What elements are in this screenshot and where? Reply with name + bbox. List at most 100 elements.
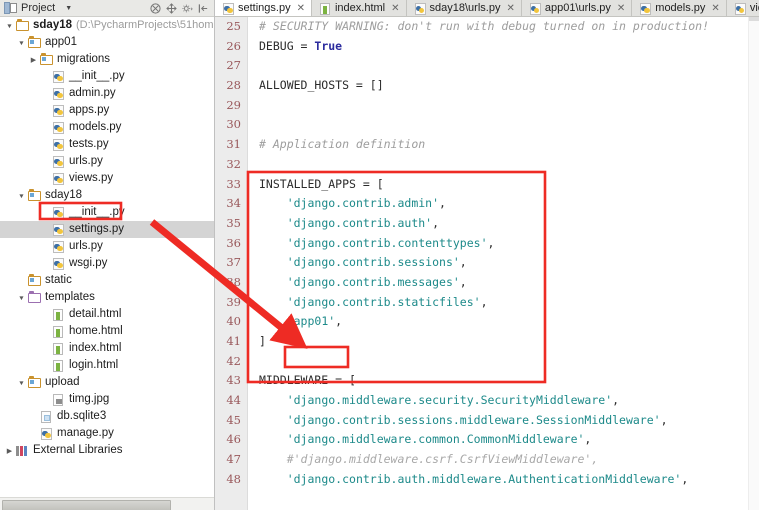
- tree-item-templates[interactable]: ▼ templates: [0, 289, 214, 306]
- scrollbar-thumb[interactable]: [2, 500, 171, 510]
- line-number: 25: [226, 19, 241, 33]
- code-line[interactable]: # SECURITY WARNING: don't run with debug…: [248, 17, 759, 37]
- code-line[interactable]: [248, 96, 759, 116]
- python-file-icon: [51, 70, 66, 84]
- code-line[interactable]: 'django.contrib.sessions.middleware.Sess…: [248, 411, 759, 431]
- tree-item-urls-py[interactable]: urls.py: [0, 153, 214, 170]
- code-lines[interactable]: # SECURITY WARNING: don't run with debug…: [248, 17, 759, 510]
- code-line[interactable]: ALLOWED_HOSTS = []: [248, 76, 759, 96]
- code-line[interactable]: ]: [248, 332, 759, 352]
- tree-item-sday18[interactable]: ▼ sday18 (D:\PycharmProjects\51home: [0, 17, 214, 34]
- code-token: ,: [459, 274, 467, 289]
- code-line[interactable]: MIDDLEWARE = [: [248, 371, 759, 391]
- twisty-expanded-icon[interactable]: ▼: [16, 187, 27, 205]
- tree-item-db-sqlite3[interactable]: db.sqlite3: [0, 408, 214, 425]
- project-panel-title-group[interactable]: Project ▼: [0, 2, 72, 14]
- close-icon[interactable]: ✕: [617, 3, 625, 14]
- close-icon[interactable]: ✕: [391, 3, 399, 14]
- collapse-all-icon[interactable]: [150, 2, 161, 14]
- tree-item-label: apps.py: [69, 104, 110, 116]
- tree-item-models-py[interactable]: models.py: [0, 119, 214, 136]
- editor-tab-label: settings.py: [238, 2, 291, 14]
- chevron-down-icon[interactable]: ▼: [65, 5, 72, 12]
- editor-tab-models-py[interactable]: models.py ✕: [632, 0, 727, 16]
- tree-item-index-html[interactable]: index.html: [0, 340, 214, 357]
- project-file-tree[interactable]: ▼ sday18 (D:\PycharmProjects\51home ▼ app01 ▶…: [0, 17, 214, 488]
- tree-item-external-libraries[interactable]: ▶ External Libraries: [0, 442, 214, 459]
- code-line[interactable]: 'django.contrib.messages',: [248, 273, 759, 293]
- close-icon[interactable]: ✕: [711, 3, 719, 14]
- tree-item-apps-py[interactable]: apps.py: [0, 102, 214, 119]
- expand-all-icon[interactable]: [166, 2, 177, 14]
- tree-item-home-html[interactable]: home.html: [0, 323, 214, 340]
- code-line[interactable]: 'app01',: [248, 312, 759, 332]
- editor-tab-settings-py[interactable]: settings.py ✕: [215, 0, 312, 16]
- tree-item-label: urls.py: [69, 240, 103, 252]
- tree-item-label: __init__.py: [69, 206, 125, 218]
- code-token: #'django.middleware.csrf.CsrfViewMiddlew…: [259, 452, 599, 467]
- code-line[interactable]: 'django.contrib.sessions',: [248, 253, 759, 273]
- tree-item--init-py[interactable]: __init__.py: [0, 204, 214, 221]
- tree-item-wsgi-py[interactable]: wsgi.py: [0, 255, 214, 272]
- code-line[interactable]: 'django.contrib.contenttypes',: [248, 234, 759, 254]
- code-line[interactable]: 'django.middleware.common.CommonMiddlewa…: [248, 430, 759, 450]
- tree-item--init-py[interactable]: __init__.py: [0, 68, 214, 85]
- tree-item-static[interactable]: static: [0, 272, 214, 289]
- code-token: MIDDLEWARE = [: [259, 373, 356, 388]
- line-number: 28: [226, 78, 241, 93]
- code-line[interactable]: [248, 115, 759, 135]
- tree-item-urls-py[interactable]: urls.py: [0, 238, 214, 255]
- code-token: # SECURITY WARNING: don't run with debug…: [259, 19, 710, 33]
- editor-tab-index-html[interactable]: index.html ✕: [311, 0, 407, 16]
- tree-item-views-py[interactable]: views.py: [0, 170, 214, 187]
- code-line[interactable]: [248, 155, 759, 175]
- tree-item-app01[interactable]: ▼ app01: [0, 34, 214, 51]
- twisty-expanded-icon[interactable]: ▼: [4, 17, 15, 35]
- code-token: ,: [487, 235, 495, 250]
- tree-item-detail-html[interactable]: detail.html: [0, 306, 214, 323]
- tree-item-sday18[interactable]: ▼ sday18: [0, 187, 214, 204]
- editor-tab-label: app01\urls.py: [544, 2, 611, 14]
- twisty-collapsed-icon[interactable]: ▶: [4, 442, 15, 460]
- code-line[interactable]: #'django.middleware.csrf.CsrfViewMiddlew…: [248, 450, 759, 470]
- code-line[interactable]: DEBUG = True: [248, 37, 759, 57]
- tree-item-timg-jpg[interactable]: timg.jpg: [0, 391, 214, 408]
- code-line[interactable]: 'django.contrib.staticfiles',: [248, 293, 759, 313]
- editor-right-marker-bar[interactable]: [748, 17, 759, 510]
- close-icon[interactable]: ✕: [297, 3, 305, 14]
- tree-item-admin-py[interactable]: admin.py: [0, 85, 214, 102]
- code-token: 'app01': [286, 314, 336, 329]
- code-line[interactable]: 'django.contrib.auth',: [248, 214, 759, 234]
- project-panel-horizontal-scrollbar[interactable]: [0, 497, 214, 510]
- twisty-expanded-icon[interactable]: ▼: [16, 34, 27, 52]
- code-line[interactable]: [248, 56, 759, 76]
- hide-panel-icon[interactable]: [198, 3, 209, 14]
- close-icon[interactable]: ✕: [506, 3, 514, 14]
- tree-item-tests-py[interactable]: tests.py: [0, 136, 214, 153]
- code-editor[interactable]: 25 26 27 28 29 30 31 32 33 34 35 36 37 38 39 40 41 42 43 44…: [215, 17, 759, 510]
- code-line[interactable]: 'django.contrib.auth.middleware.Authenti…: [248, 470, 759, 490]
- tree-item-upload[interactable]: ▼ upload: [0, 374, 214, 391]
- twisty-expanded-icon[interactable]: ▼: [16, 289, 27, 307]
- gear-icon[interactable]: [182, 3, 193, 14]
- code-line[interactable]: 'django.contrib.admin',: [248, 194, 759, 214]
- code-line[interactable]: 'django.middleware.security.SecurityMidd…: [248, 391, 759, 411]
- tree-item-settings-py[interactable]: settings.py: [0, 221, 214, 238]
- tree-item-login-html[interactable]: login.html: [0, 357, 214, 374]
- editor-tab-sday18-urls-py[interactable]: sday18\urls.py ✕: [406, 0, 522, 16]
- code-token: 'django.contrib.auth.middleware.Authenti…: [286, 471, 682, 486]
- line-number: 46: [226, 432, 241, 447]
- tree-item-manage-py[interactable]: manage.py: [0, 425, 214, 442]
- code-token: 'django.contrib.messages': [286, 274, 460, 289]
- code-line[interactable]: [248, 352, 759, 372]
- twisty-collapsed-icon[interactable]: ▶: [28, 51, 39, 69]
- code-line[interactable]: INSTALLED_APPS = [: [248, 175, 759, 195]
- twisty-expanded-icon[interactable]: ▼: [16, 374, 27, 392]
- tree-item-migrations[interactable]: ▶ migrations: [0, 51, 214, 68]
- editor-tab-bar[interactable]: settings.py ✕ index.html ✕ sday18\urls.py ✕ ap…: [215, 0, 759, 17]
- code-line[interactable]: # Application definition: [248, 135, 759, 155]
- editor-tab-app01-urls-py[interactable]: app01\urls.py ✕: [521, 0, 633, 16]
- line-number: 42: [226, 353, 241, 368]
- editor-tab-views-py[interactable]: views.py✕: [726, 0, 759, 16]
